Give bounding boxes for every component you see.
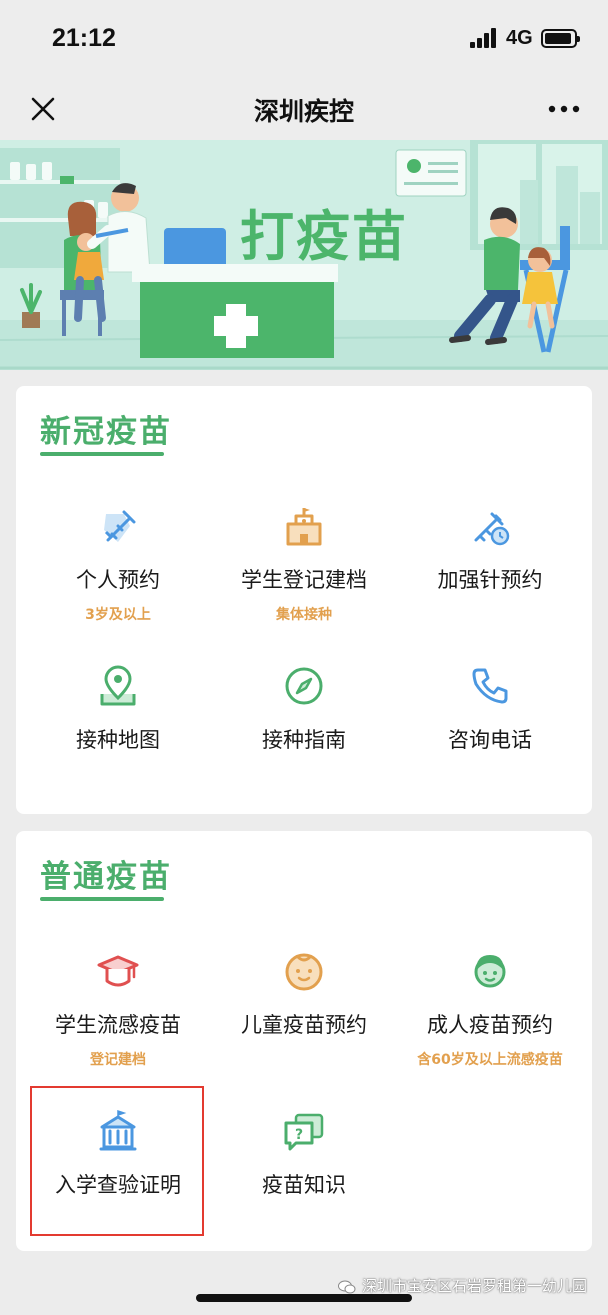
vaccination-map-tile[interactable]: 接种地图 [22,664,214,754]
tile-label: 疫苗知识 [262,1173,346,1197]
tile-label: 个人预约 [76,568,160,592]
covid-vaccine-card: 新冠疫苗 个人预约 3岁及以上 学生登记建档 集体接种 加强针预约 接种地图 接… [16,386,592,814]
general-vaccine-card: 普通疫苗 学生流感疫苗 登记建档 儿童疫苗预约 成人疫苗预约 含60岁及以上流感… [16,831,592,1251]
section-underline [40,452,164,456]
booster-appointment-tile[interactable]: 加强针预约 [394,504,586,594]
vaccination-guide-tile[interactable]: 接种指南 [208,664,400,754]
battery-icon [541,29,580,48]
adult-face-icon [474,955,506,988]
tile-sub: 含60岁及以上流感疫苗 [417,1052,563,1068]
wechat-icon [338,1280,356,1293]
personal-appointment-tile[interactable]: 个人预约 3岁及以上 [22,504,214,624]
school-building-icon [286,508,322,546]
student-flu-vaccine-tile[interactable]: 学生流感疫苗 登记建档 [22,949,214,1069]
tile-label: 咨询电话 [448,728,532,752]
student-registration-tile[interactable]: 学生登记建档 集体接种 [208,504,400,624]
tile-label: 儿童疫苗预约 [241,1013,367,1037]
section-title: 新冠疫苗 [40,414,172,450]
map-pin-icon [100,665,136,706]
question-chat-icon: ? [284,1113,324,1151]
highlight-box [30,1086,204,1236]
tile-label: 接种指南 [262,728,346,752]
tile-sub: 3岁及以上 [85,607,151,623]
phone-icon [472,668,508,704]
adult-vaccine-appointment-tile[interactable]: 成人疫苗预约 含60岁及以上流感疫苗 [394,949,586,1069]
graduation-cap-icon [97,955,139,987]
tile-sub: 登记建档 [90,1052,146,1068]
page-title: 深圳疾控 [253,97,354,126]
watermark: 深圳市宝安区石岩罗租第一幼儿园 [338,1275,587,1296]
consultation-phone-tile[interactable]: 咨询电话 [394,664,586,754]
tile-label: 学生流感疫苗 [55,1013,181,1037]
home-indicator[interactable] [196,1294,412,1302]
vaccination-banner: 打疫苗 [0,140,608,370]
vaccine-knowledge-tile[interactable]: ? 疫苗知识 [208,1109,400,1199]
nav-bar: 深圳疾控 [0,78,608,140]
tile-label: 加强针预约 [437,568,543,592]
status-time: 21:12 [52,24,116,52]
tile-label: 接种地图 [76,728,160,752]
vaccine-syringe-icon [104,510,136,542]
banner-title: 打疫苗 [240,205,408,268]
section-underline [40,897,164,901]
tile-label: 成人疫苗预约 [427,1013,553,1037]
svg-text:?: ? [295,1127,303,1143]
signal-strength-icon [470,28,498,48]
section-title: 普通疫苗 [40,859,172,895]
syringe-clock-icon [474,512,510,546]
more-icon[interactable] [546,92,582,126]
tile-label: 学生登记建档 [241,568,367,592]
watermark-text: 深圳市宝安区石岩罗租第一幼儿园 [362,1277,588,1295]
compass-icon [285,667,323,705]
status-bar: 21:12 4G [0,0,608,78]
tile-sub: 集体接种 [276,607,332,623]
network-type: 4G [506,27,533,49]
child-face-icon [285,953,323,991]
child-vaccine-appointment-tile[interactable]: 儿童疫苗预约 [208,949,400,1039]
